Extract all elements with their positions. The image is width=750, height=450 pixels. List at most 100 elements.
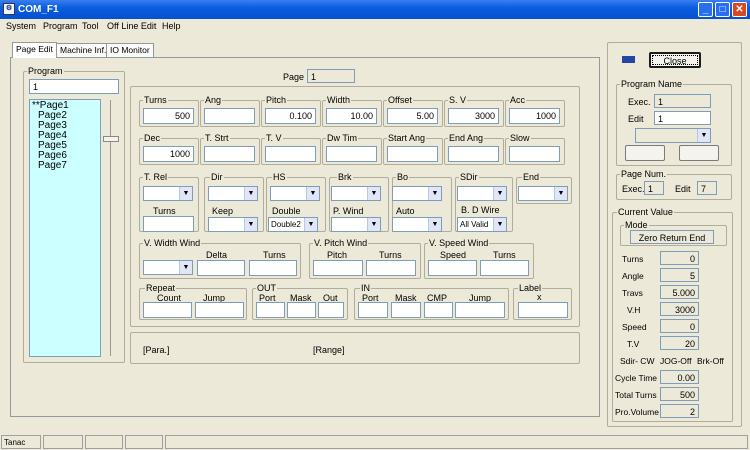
sdir-select[interactable]: ▼	[457, 186, 507, 201]
in-port-input[interactable]	[358, 302, 388, 318]
maximize-button[interactable]: □	[715, 2, 730, 17]
program-name-select[interactable]: ▼	[635, 128, 711, 143]
vwidth-turns-label: Turns	[263, 250, 286, 260]
list-item[interactable]: Page7	[32, 161, 69, 171]
jog-status: JOG-Off	[660, 356, 692, 366]
out-port-input[interactable]	[256, 302, 285, 318]
trel-select[interactable]: ▼	[143, 186, 193, 201]
tab-page-edit[interactable]: Page Edit	[12, 42, 57, 58]
ang-input[interactable]	[204, 108, 255, 124]
program-number-field[interactable]: 1	[29, 79, 119, 94]
vspeed-speed-label: Speed	[440, 250, 467, 260]
hs-select[interactable]: ▼	[270, 186, 320, 201]
out-out-input[interactable]	[318, 302, 344, 318]
bo-select[interactable]: ▼	[392, 186, 442, 201]
pn-edit-label: Edit	[628, 114, 644, 124]
keep-label: Keep	[212, 206, 234, 216]
start-ang-label: Start Ang	[387, 133, 427, 143]
close-window-button[interactable]: ✕	[732, 2, 747, 17]
dir-select[interactable]: ▼	[208, 186, 258, 201]
pn-exec-label: Exec.	[628, 97, 651, 107]
chevron-down-icon: ▼	[304, 218, 317, 231]
app-icon[interactable]: ⚙	[3, 3, 15, 15]
pro-volume-value: 2	[660, 404, 699, 418]
width-input[interactable]: 10.00	[326, 108, 377, 124]
menu-help[interactable]: Help	[162, 21, 181, 31]
vpitch-turns-input[interactable]	[366, 260, 416, 276]
dwtim-input[interactable]	[326, 146, 377, 162]
pitch-label: Pitch	[265, 95, 288, 105]
status-indicator-icon	[622, 56, 635, 63]
pwind-select[interactable]: ▼	[331, 217, 381, 232]
width-label: Width	[326, 95, 352, 105]
vpitch-turns-label: Turns	[379, 250, 402, 260]
keep-select[interactable]: ▼	[208, 217, 258, 232]
auto-select[interactable]: ▼	[392, 217, 442, 232]
turns-input[interactable]: 500	[143, 108, 194, 124]
slider-handle[interactable]	[103, 136, 119, 142]
repeat-jump-input[interactable]	[195, 302, 244, 318]
cv-angle-label: Angle	[622, 271, 644, 281]
menu-program[interactable]: Program	[43, 21, 78, 31]
menu-tool[interactable]: Tool	[82, 21, 99, 31]
dec-input[interactable]: 1000	[143, 146, 194, 162]
cycle-time-value: 0.00	[660, 370, 699, 384]
cycle-time-label: Cycle Time	[615, 373, 658, 383]
ang-label: Ang	[204, 95, 223, 105]
vspeed-speed-input[interactable]	[428, 260, 477, 276]
chevron-down-icon: ▼	[244, 187, 257, 200]
status-bar-pane	[165, 435, 748, 449]
in-jump-input[interactable]	[455, 302, 505, 318]
cv-travs-label: Travs	[622, 288, 643, 298]
close-button[interactable]: Close	[649, 52, 701, 68]
cv-speed-value: 0	[660, 319, 699, 333]
tv-input[interactable]	[265, 146, 316, 162]
out-mask-input[interactable]	[287, 302, 316, 318]
turns2-label: Turns	[153, 206, 176, 216]
vwidth-turns-input[interactable]	[249, 260, 297, 276]
vwidth-delta-input[interactable]	[197, 260, 245, 276]
vwidth-select[interactable]: ▼	[143, 260, 193, 275]
vspeed-label: V. Speed Wind	[428, 238, 490, 248]
page-num-edit-field: 7	[697, 181, 717, 195]
in-cmp-input[interactable]	[424, 302, 453, 318]
start-ang-input[interactable]	[387, 146, 438, 162]
menu-offline-edit[interactable]: Off Line Edit	[107, 21, 156, 31]
chevron-down-icon: ▼	[697, 129, 710, 142]
pitch-input[interactable]: 0.100	[265, 108, 316, 124]
repeat-count-input[interactable]	[143, 302, 192, 318]
page-num-label: Page Num.	[620, 169, 668, 179]
vpitch-pitch-input[interactable]	[313, 260, 363, 276]
turns2-input[interactable]	[143, 216, 194, 232]
repeat-label: Repeat	[145, 283, 177, 293]
menu-system[interactable]: System	[6, 21, 36, 31]
minimize-button[interactable]: _	[698, 2, 713, 17]
pn-edit-field[interactable]: 1	[654, 111, 711, 125]
page-list[interactable]: **Page1 Page2 Page3 Page4 Page5 Page6 Pa…	[29, 99, 101, 357]
tstrt-input[interactable]	[204, 146, 255, 162]
label-input[interactable]	[518, 302, 568, 318]
tab-io-monitor[interactable]: IO Monitor	[106, 43, 154, 57]
program-action-button-1[interactable]	[625, 145, 665, 161]
page-number-field: 1	[307, 69, 355, 83]
offset-label: Offset	[387, 95, 413, 105]
vspeed-turns-input[interactable]	[480, 260, 529, 276]
acc-input[interactable]: 1000	[509, 108, 560, 124]
sdir-status: Sdir- CW	[620, 356, 655, 366]
bdwire-select[interactable]: All Valid ▼	[457, 217, 507, 232]
double-label: Double	[272, 206, 301, 216]
end-ang-input[interactable]	[448, 146, 499, 162]
dwtim-label: Dw Tim	[326, 133, 358, 143]
end-select[interactable]: ▼	[518, 186, 568, 201]
cv-travs-value: 5.000	[660, 285, 699, 299]
tab-machine-inf[interactable]: Machine Inf.	[56, 43, 111, 57]
double-select[interactable]: Double2 ▼	[268, 217, 318, 232]
sv-input[interactable]: 3000	[448, 108, 499, 124]
slow-input[interactable]	[509, 146, 560, 162]
in-mask-input[interactable]	[391, 302, 421, 318]
offset-input[interactable]: 5.00	[387, 108, 438, 124]
chevron-down-icon: ▼	[179, 261, 192, 274]
program-action-button-2[interactable]	[679, 145, 719, 161]
brk-select[interactable]: ▼	[331, 186, 381, 201]
para-label: [Para.]	[143, 345, 170, 355]
